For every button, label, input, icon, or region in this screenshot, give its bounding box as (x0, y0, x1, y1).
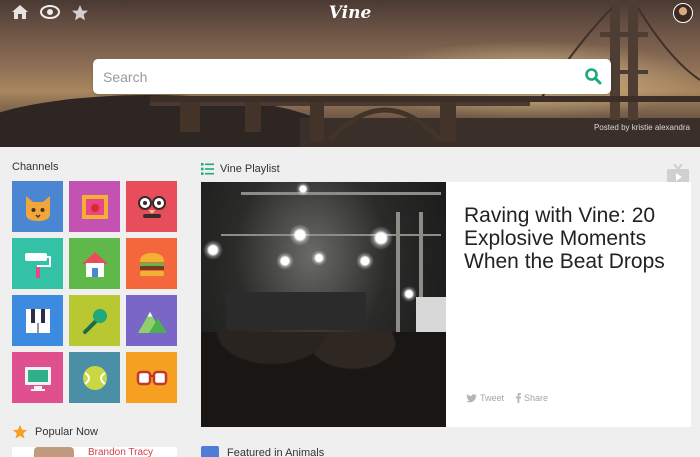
featured-title: Featured in Animals (227, 447, 325, 457)
tweet-label: Tweet (480, 393, 505, 403)
playlist-card[interactable]: Raving with Vine: 20 Explosive Moments W… (201, 182, 691, 427)
tweet-button[interactable]: Tweet (466, 393, 504, 403)
search-icon[interactable] (584, 67, 602, 85)
piano-keys-icon (25, 308, 50, 333)
featured-header: Featured in Animals (201, 446, 324, 457)
popular-now-title: Popular Now (35, 426, 98, 438)
tennis-ball-icon (82, 365, 107, 390)
popular-thumbnail (34, 447, 74, 457)
star-icon (12, 424, 28, 439)
channel-tile-style[interactable] (126, 352, 177, 403)
animals-channel-icon (201, 446, 219, 457)
avatar[interactable] (673, 3, 693, 23)
channel-tile-family[interactable] (69, 238, 120, 289)
star-icon[interactable] (71, 4, 91, 22)
channel-tile-diy[interactable] (12, 238, 63, 289)
channel-tile-nature[interactable] (126, 295, 177, 346)
channel-tile-art[interactable] (69, 181, 120, 232)
mountains-icon (137, 311, 167, 333)
picture-frame-icon (81, 194, 108, 219)
channel-tile-food[interactable] (126, 238, 177, 289)
channel-tile-sports[interactable] (69, 352, 120, 403)
channels-title: Channels (12, 161, 59, 173)
hero-banner: Vine Posted by kristie alexandra (0, 0, 700, 147)
popular-now-header: Popular Now (12, 424, 98, 440)
explore-eye-icon[interactable] (40, 4, 60, 22)
channel-tile-tech[interactable] (12, 352, 63, 403)
disguise-glasses-icon (137, 195, 166, 218)
house-icon (81, 251, 108, 277)
channel-tile-music[interactable] (12, 295, 63, 346)
crowd (201, 332, 446, 427)
channel-tile-comedy[interactable] (126, 181, 177, 232)
home-icon[interactable] (11, 4, 31, 22)
twitter-icon (466, 393, 477, 402)
share-row: Tweet Share (466, 393, 548, 403)
concert-photo[interactable] (201, 182, 446, 427)
photo-credit: Posted by kristie alexandra (593, 123, 690, 132)
playlist-headline[interactable]: Raving with Vine: 20 Explosive Moments W… (464, 204, 679, 273)
search-input[interactable] (103, 67, 573, 87)
cat-icon (25, 195, 50, 221)
vine-logo[interactable]: Vine (329, 3, 372, 23)
facebook-icon (516, 393, 522, 403)
playlist-header: Vine Playlist (201, 161, 280, 177)
popular-list-item[interactable]: Brandon Tracy (12, 447, 177, 457)
playlist-title: Vine Playlist (220, 163, 280, 175)
microphone-icon (82, 308, 107, 334)
share-label: Share (524, 393, 549, 403)
glasses-icon (136, 370, 167, 385)
popular-username[interactable]: Brandon Tracy (88, 447, 153, 457)
list-icon (201, 163, 214, 175)
paint-roller-icon (24, 252, 51, 278)
share-button[interactable]: Share (516, 393, 548, 403)
burger-icon (139, 252, 164, 276)
monitor-icon (24, 366, 51, 391)
channel-tile-music-mic[interactable] (69, 295, 120, 346)
channel-tile-cat[interactable] (12, 181, 63, 232)
search-bar (93, 59, 611, 94)
